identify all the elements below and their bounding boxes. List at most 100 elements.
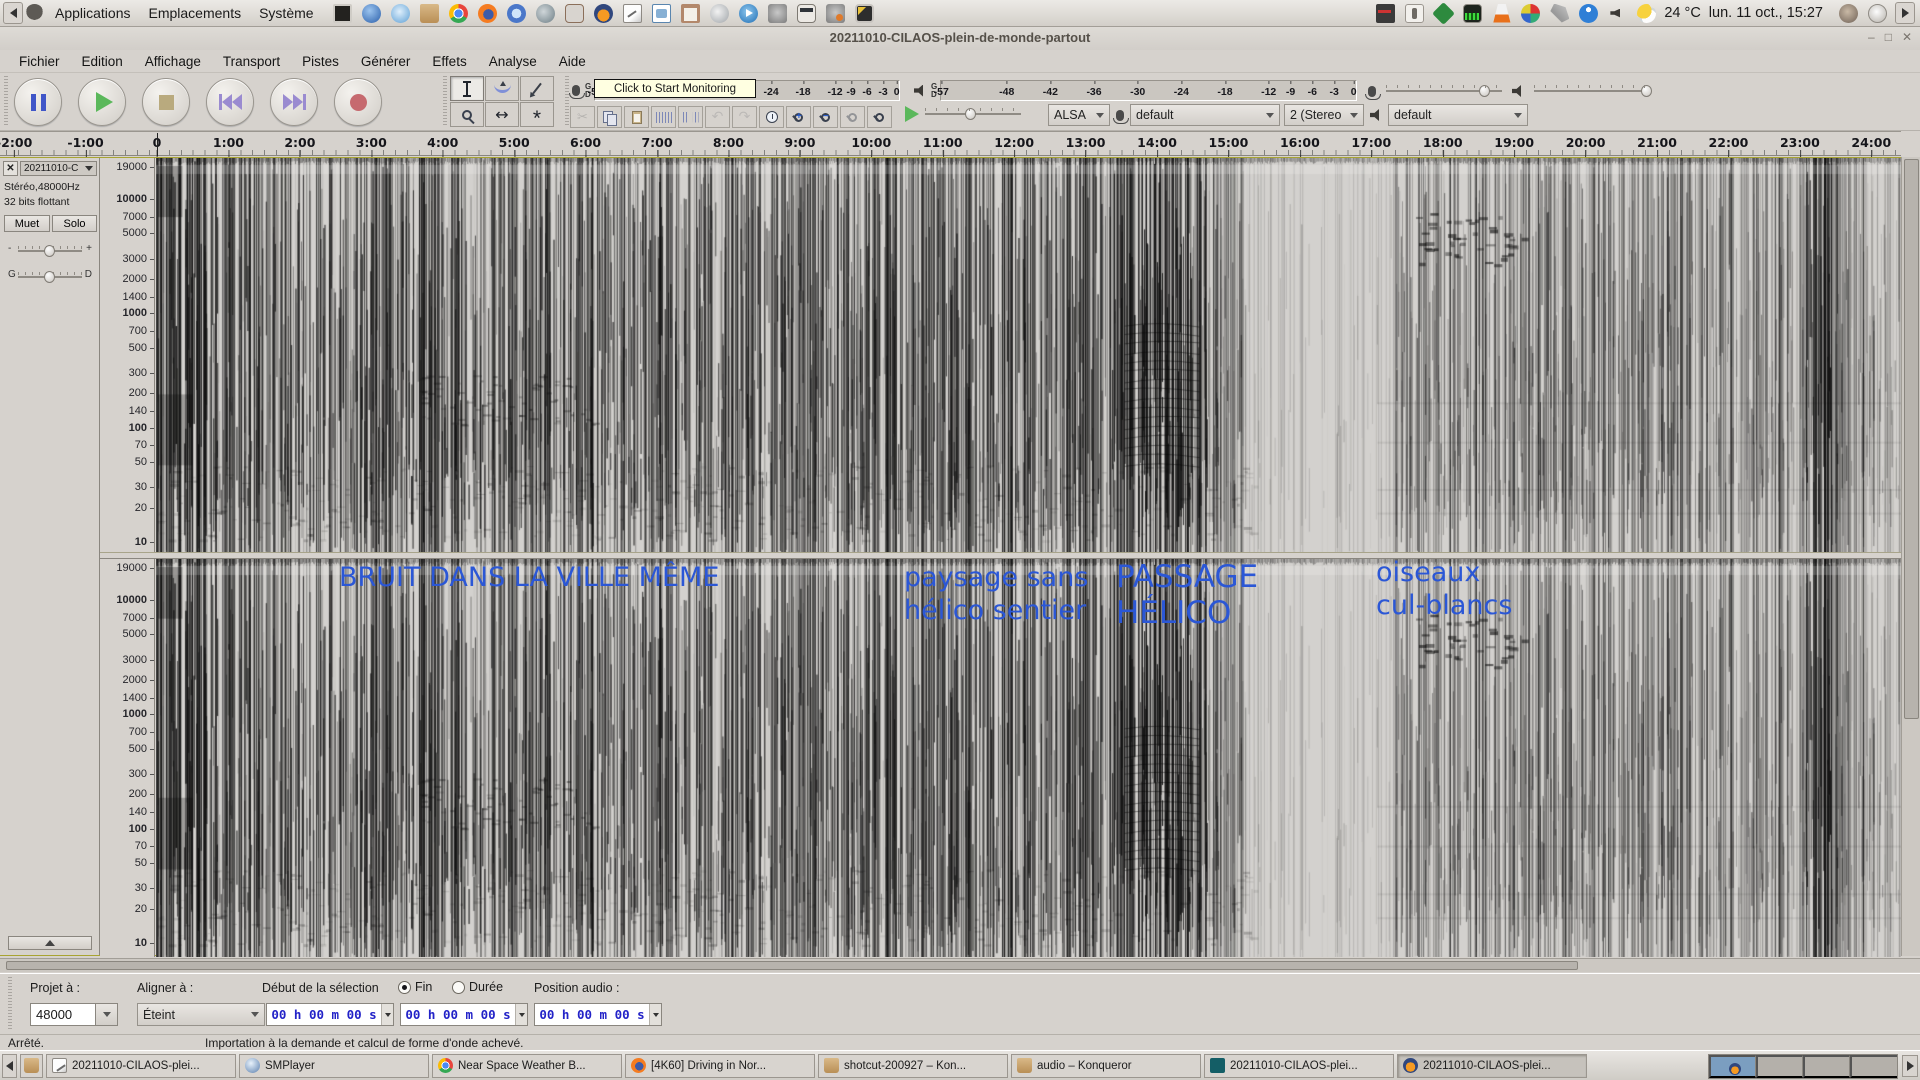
panel-menu[interactable]: Système <box>250 5 322 21</box>
taskbar-scroll-left-button[interactable] <box>2 1054 17 1078</box>
toolbar-grip[interactable] <box>565 76 569 127</box>
applet[interactable] <box>1463 4 1482 23</box>
chevron-down-icon[interactable] <box>96 1003 118 1026</box>
cut-button[interactable] <box>570 106 595 128</box>
menu-item[interactable]: Fichier <box>8 54 71 69</box>
applet[interactable] <box>1376 4 1395 23</box>
applet[interactable] <box>1550 4 1569 23</box>
draw-button[interactable] <box>520 76 554 101</box>
audio-position-field[interactable]: 00 h 00 m 00 s <box>534 1003 662 1026</box>
applet[interactable] <box>1492 4 1511 23</box>
gnome-foot-icon[interactable] <box>25 4 44 23</box>
chevron-down-icon[interactable] <box>649 1004 661 1025</box>
launcher[interactable] <box>565 4 584 23</box>
launcher[interactable] <box>739 4 758 23</box>
time-shift-button[interactable] <box>485 102 519 127</box>
horizontal-scrollbar[interactable] <box>0 958 1920 972</box>
menu-item[interactable]: Aide <box>548 54 597 69</box>
applet[interactable] <box>1434 4 1453 23</box>
selection-start-field[interactable]: 00 h 00 m 00 s <box>266 1003 394 1026</box>
launcher[interactable] <box>449 4 468 23</box>
pause-button[interactable] <box>14 78 62 126</box>
toolbar-grip[interactable] <box>4 76 8 127</box>
speed-slider[interactable] <box>925 107 1021 121</box>
menu-item[interactable]: Affichage <box>134 54 212 69</box>
audio-host-select[interactable]: ALSA <box>1048 104 1110 126</box>
launcher[interactable] <box>710 4 729 23</box>
trim-button[interactable] <box>651 106 676 128</box>
menu-item[interactable]: Effets <box>421 54 477 69</box>
horizontal-scrollbar-thumb[interactable] <box>6 961 1578 970</box>
radio-unselected-icon[interactable] <box>452 981 465 994</box>
frequency-ruler[interactable]: 1900010000700050003000200014001000700500… <box>100 559 155 957</box>
close-track-button[interactable]: ✕ <box>3 161 18 176</box>
chevron-down-icon[interactable] <box>515 1004 527 1025</box>
applet[interactable] <box>1405 4 1424 23</box>
maximize-button[interactable]: □ <box>1885 30 1892 44</box>
solo-button[interactable]: Solo <box>52 215 97 232</box>
play-button[interactable] <box>78 78 126 126</box>
launcher[interactable] <box>391 4 410 23</box>
zoom-fit-button[interactable] <box>867 106 892 128</box>
taskbar-item[interactable]: [4K60] Driving in Nor... <box>625 1054 815 1078</box>
menu-item[interactable]: Générer <box>350 54 422 69</box>
toolbar-grip[interactable] <box>8 977 12 1031</box>
gain-slider[interactable]: - + <box>8 242 92 258</box>
launcher[interactable] <box>797 4 816 23</box>
panel-hide-button[interactable] <box>3 2 23 24</box>
launcher[interactable] <box>768 4 787 23</box>
spectrogram-left[interactable] <box>156 158 1901 552</box>
recording-device-select[interactable]: default <box>1130 104 1280 126</box>
launcher[interactable] <box>536 4 555 23</box>
panel-menu[interactable]: Emplacements <box>140 5 251 21</box>
record-button[interactable] <box>334 78 382 126</box>
menu-item[interactable]: Analyse <box>478 54 548 69</box>
radio-duration[interactable]: Durée <box>452 980 503 994</box>
workspace[interactable] <box>1756 1055 1803 1078</box>
silence-button[interactable] <box>678 106 703 128</box>
recording-channels-select[interactable]: 2 (Stereo <box>1284 104 1364 126</box>
taskbar-item[interactable]: 20211010-CILAOS-plei... <box>46 1054 236 1078</box>
mute-button[interactable]: Muet <box>4 215 50 232</box>
timeline-ruler[interactable]: -2:00-1:0001:002:003:004:005:006:007:008… <box>0 131 1901 156</box>
applet[interactable] <box>1521 4 1540 23</box>
launcher[interactable] <box>623 4 642 23</box>
snap-select[interactable]: Éteint <box>137 1003 265 1026</box>
frequency-ruler[interactable]: 1900010000700050003000200014001000700500… <box>100 158 155 552</box>
panel-menu[interactable]: Applications <box>46 5 140 21</box>
workspace[interactable] <box>1803 1055 1850 1078</box>
vertical-scrollbar-thumb[interactable] <box>1904 159 1919 719</box>
launcher[interactable] <box>333 4 352 23</box>
taskbar-scroll-right-button[interactable] <box>1902 1055 1918 1077</box>
taskbar-item[interactable]: audio – Konqueror <box>1011 1054 1201 1078</box>
minimize-button[interactable]: – <box>1868 30 1875 44</box>
zoom-selection-button[interactable] <box>840 106 865 128</box>
zoom-button[interactable] <box>450 102 484 127</box>
envelope-button[interactable] <box>485 76 519 101</box>
launcher[interactable] <box>478 4 497 23</box>
chevron-down-icon[interactable] <box>381 1004 393 1025</box>
tray-item[interactable] <box>1839 4 1858 23</box>
menu-item[interactable]: Pistes <box>291 54 350 69</box>
monitoring-tooltip[interactable]: Click to Start Monitoring <box>594 79 756 98</box>
playback-device-select[interactable]: default <box>1388 104 1528 126</box>
close-button[interactable]: ✕ <box>1902 30 1912 44</box>
launcher[interactable] <box>362 4 381 23</box>
launcher[interactable] <box>681 4 700 23</box>
selection-end-field[interactable]: 00 h 00 m 00 s <box>400 1003 528 1026</box>
applet[interactable] <box>1637 4 1656 23</box>
play-at-speed-button[interactable] <box>905 106 919 122</box>
paste-button[interactable] <box>624 106 649 128</box>
launcher[interactable] <box>507 4 526 23</box>
launcher[interactable] <box>594 4 613 23</box>
stop-button[interactable] <box>142 78 190 126</box>
taskbar-item[interactable]: 20211010-CILAOS-plei... <box>1204 1054 1394 1078</box>
window-titlebar[interactable]: 20211010-CILAOS-plein-de-monde-partout –… <box>0 27 1920 50</box>
collapse-track-button[interactable] <box>8 936 92 950</box>
recording-volume-slider[interactable] <box>1386 84 1502 98</box>
project-rate-select[interactable]: 48000 <box>30 1003 118 1026</box>
sync-lock-button[interactable] <box>759 106 784 128</box>
menu-item[interactable]: Edition <box>71 54 134 69</box>
launcher[interactable] <box>826 4 845 23</box>
selection-button[interactable] <box>450 76 484 101</box>
